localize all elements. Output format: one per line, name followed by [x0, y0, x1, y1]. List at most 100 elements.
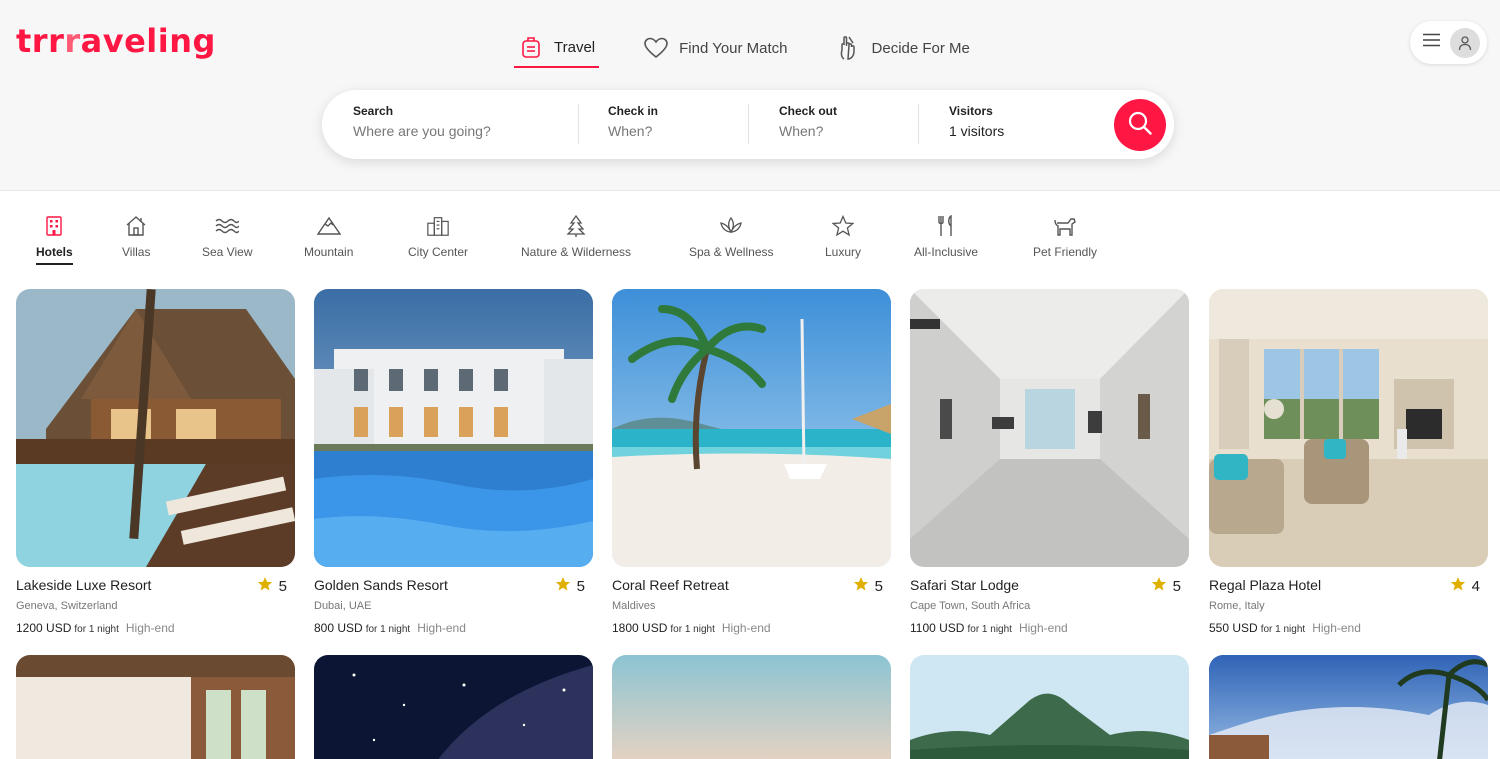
- price-value: 1200 USD: [16, 621, 72, 635]
- waves-icon: [215, 214, 240, 238]
- star-icon: [1151, 576, 1167, 596]
- rating-value: 5: [576, 577, 585, 595]
- listing-rating: 4: [1450, 576, 1480, 596]
- tree-icon: [564, 214, 588, 238]
- price-period: for 1 night: [967, 624, 1012, 635]
- listing-price: 1100 USD for 1 night High-end: [910, 621, 1068, 635]
- check-out-value: When?: [779, 123, 824, 139]
- rating-value: 5: [278, 577, 287, 595]
- cutlery-icon: [934, 214, 958, 238]
- listing-price: 800 USD for 1 night High-end: [314, 621, 466, 635]
- listing-photo[interactable]: [314, 655, 593, 759]
- rating-value: 4: [1471, 577, 1480, 595]
- category-villas[interactable]: Villas: [122, 214, 150, 266]
- listing-title[interactable]: Golden Sands Resort: [314, 577, 448, 593]
- visitors-value: 1 visitors: [949, 123, 1005, 139]
- house-icon: [124, 214, 148, 238]
- rating-value: 5: [874, 577, 883, 595]
- price-tier: High-end: [125, 621, 175, 635]
- category-bar: Hotels Villas Sea View Mountain City Cen…: [0, 214, 1500, 266]
- listing-title[interactable]: Safari Star Lodge: [910, 577, 1019, 593]
- category-spa-wellness-label: Spa & Wellness: [689, 245, 774, 259]
- divider: [578, 104, 579, 144]
- category-hotels-label: Hotels: [36, 245, 73, 259]
- listing-card[interactable]: Regal Plaza Hotel 4 Rome, Italy 550 USD f…: [1209, 289, 1488, 635]
- listing-price: 1200 USD for 1 night High-end: [16, 621, 175, 635]
- listing-card[interactable]: Golden Sands Resort 5 Dubai, UAE 800 USD…: [314, 289, 593, 635]
- nav-find-your-match[interactable]: Find Your Match: [639, 28, 791, 68]
- visitors-field[interactable]: Visitors 1 visitors: [949, 104, 1004, 139]
- nav-travel-label: Travel: [554, 38, 596, 56]
- listing-title[interactable]: Lakeside Luxe Resort: [16, 577, 151, 593]
- category-pet-friendly-label: Pet Friendly: [1033, 245, 1098, 259]
- listing-rating: 5: [1151, 576, 1181, 596]
- category-sea-view[interactable]: Sea View: [202, 214, 252, 266]
- star-icon: [1450, 576, 1466, 596]
- listing-photo[interactable]: [1209, 655, 1488, 759]
- category-all-inclusive[interactable]: All-Inclusive: [914, 214, 978, 266]
- category-city-center-label: City Center: [408, 245, 469, 259]
- price-tier: High-end: [721, 621, 771, 635]
- nav-decide-for-me-label: Decide For Me: [871, 39, 970, 57]
- price-value: 1100 USD: [910, 621, 965, 635]
- category-hotels[interactable]: Hotels: [36, 214, 73, 266]
- suitcase-icon: [518, 34, 544, 60]
- listing-title[interactable]: Regal Plaza Hotel: [1209, 577, 1321, 593]
- category-all-inclusive-label: All-Inclusive: [914, 245, 979, 259]
- category-pet-friendly[interactable]: Pet Friendly: [1033, 214, 1097, 266]
- brand-logo[interactable]: trrraveling: [16, 22, 216, 60]
- listing-location: Dubai, UAE: [314, 600, 372, 612]
- listing-photo[interactable]: [612, 655, 891, 759]
- listing-card[interactable]: Coral Reef Retreat 5 Maldives 1800 USD fo…: [612, 289, 891, 635]
- listing-location: Cape Town, South Africa: [910, 600, 1031, 612]
- listing-rating: 5: [853, 576, 883, 596]
- check-in-value: When?: [608, 123, 653, 139]
- listing-location: Maldives: [612, 600, 656, 612]
- top-navigation: Travel Find Your Match Decide For Me: [514, 28, 1014, 70]
- category-spa-wellness[interactable]: Spa & Wellness: [689, 214, 774, 266]
- price-value: 800 USD: [314, 621, 363, 635]
- category-luxury-label: Luxury: [825, 245, 862, 259]
- listing-title[interactable]: Coral Reef Retreat: [612, 577, 729, 593]
- star-icon: [853, 576, 869, 596]
- mountain-icon: [316, 214, 341, 238]
- category-mountain-label: Mountain: [304, 245, 354, 259]
- nav-decide-for-me[interactable]: Decide For Me: [832, 28, 974, 68]
- listing-photo[interactable]: [16, 655, 295, 759]
- crossed-fingers-icon: [836, 35, 862, 61]
- category-nature-wilderness[interactable]: Nature & Wilderness: [521, 214, 631, 266]
- listing-price: 1800 USD for 1 night High-end: [612, 621, 771, 635]
- listing-photo[interactable]: [16, 289, 295, 567]
- search-bar: Search Check in When? Check out When? Vi…: [322, 90, 1174, 159]
- listing-card[interactable]: Lakeside Luxe Resort 5 Geneva, Switzerla…: [16, 289, 295, 635]
- category-nature-wilderness-label: Nature & Wilderness: [521, 245, 632, 259]
- star-icon: [257, 576, 273, 596]
- search-destination[interactable]: Search: [353, 104, 553, 141]
- search-icon: [1127, 110, 1153, 141]
- check-in-field[interactable]: Check in When?: [608, 104, 658, 139]
- listing-card[interactable]: Safari Star Lodge 5 Cape Town, South Afr…: [910, 289, 1189, 635]
- category-city-center[interactable]: City Center: [408, 214, 468, 266]
- lotus-icon: [719, 214, 743, 238]
- category-luxury[interactable]: Luxury: [825, 214, 861, 266]
- listing-photo[interactable]: [910, 655, 1189, 759]
- listing-photo[interactable]: [612, 289, 891, 567]
- destination-input[interactable]: [353, 123, 553, 139]
- category-mountain[interactable]: Mountain: [304, 214, 353, 266]
- check-in-label: Check in: [608, 104, 659, 118]
- user-menu-button[interactable]: [1410, 21, 1487, 64]
- star-icon: [555, 576, 571, 596]
- check-out-field[interactable]: Check out When?: [779, 104, 837, 139]
- listing-photo[interactable]: [314, 289, 593, 567]
- heart-icon: [643, 35, 669, 61]
- user-icon: [1450, 27, 1480, 58]
- search-button[interactable]: [1114, 99, 1166, 151]
- nav-travel[interactable]: Travel: [514, 28, 600, 68]
- hotel-icon: [42, 214, 66, 238]
- listing-photo[interactable]: [1209, 289, 1488, 567]
- price-period: for 1 night: [74, 624, 119, 635]
- price-value: 550 USD: [1209, 621, 1258, 635]
- city-icon: [426, 214, 450, 238]
- active-indicator: [36, 263, 73, 265]
- listing-photo[interactable]: [910, 289, 1189, 567]
